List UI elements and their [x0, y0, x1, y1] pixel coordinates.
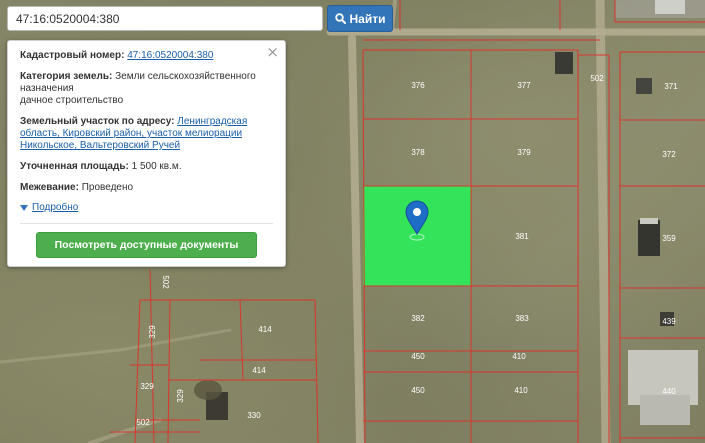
- land-usage-value: дачное строительство: [20, 95, 124, 106]
- plot-number-label: 376: [411, 81, 425, 90]
- details-link[interactable]: Подробно: [32, 202, 78, 214]
- plot-number-label: 450: [411, 352, 425, 361]
- address-row: Земельный участок по адресу: Ленинградск…: [20, 116, 273, 152]
- survey-value: Проведено: [81, 182, 134, 193]
- plot-number-label: 414: [258, 325, 272, 334]
- parcel-info-popup: × Кадастровый номер: 47:16:0520004:380 К…: [7, 40, 286, 267]
- plot-number-label: 329: [176, 389, 185, 403]
- area-row: Уточненная площадь: 1 500 кв.м.: [20, 161, 273, 173]
- address-label: Земельный участок по адресу:: [20, 116, 175, 127]
- search-input[interactable]: [7, 6, 323, 31]
- plot-number-label: 381: [515, 232, 529, 241]
- plot-number-label: 378: [411, 148, 425, 157]
- plot-number-label: 410: [514, 386, 528, 395]
- survey-row: Межевание: Проведено: [20, 182, 273, 194]
- plot-number-label: 439: [662, 317, 676, 326]
- land-category-label: Категория земель:: [20, 71, 113, 82]
- details-toggle[interactable]: Подробно: [20, 202, 273, 214]
- survey-label: Межевание:: [20, 182, 79, 193]
- plot-number-label: 502: [136, 418, 150, 427]
- search-icon: [334, 13, 346, 24]
- view-documents-button[interactable]: Посмотреть доступные документы: [36, 232, 257, 258]
- plot-number-label: 382: [411, 314, 425, 323]
- plot-number-label: 379: [517, 148, 531, 157]
- divider: [20, 223, 273, 224]
- plot-number-label: 450: [411, 386, 425, 395]
- cadastral-number-row: Кадастровый номер: 47:16:0520004:380: [20, 50, 273, 62]
- plot-number-label: 440: [662, 387, 676, 396]
- plot-number-label: 329: [148, 325, 157, 339]
- plot-number-label: 372: [662, 150, 676, 159]
- plot-number-label: 502: [590, 74, 604, 83]
- plot-number-label: 502: [161, 275, 170, 289]
- search-button-label: Найти: [349, 11, 386, 26]
- area-value: 1 500 кв.м.: [131, 161, 182, 172]
- plot-number-label: 330: [247, 411, 261, 420]
- plot-number-label: 329: [140, 382, 154, 391]
- search-button[interactable]: Найти: [327, 5, 393, 32]
- plot-number-label: 359: [662, 234, 676, 243]
- plot-number-label: 377: [517, 81, 531, 90]
- land-category-row: Категория земель: Земли сельскохозяйстве…: [20, 71, 273, 107]
- close-icon[interactable]: ×: [266, 45, 279, 60]
- area-label: Уточненная площадь:: [20, 161, 129, 172]
- plot-number-label: 371: [664, 82, 678, 91]
- cadastral-number-label: Кадастровый номер:: [20, 50, 125, 61]
- plot-number-label: 410: [512, 352, 526, 361]
- plot-number-label: 414: [252, 366, 266, 375]
- cadastral-number-link[interactable]: 47:16:0520004:380: [127, 50, 213, 61]
- plot-number-label: 383: [515, 314, 529, 323]
- triangle-down-icon: [20, 205, 28, 211]
